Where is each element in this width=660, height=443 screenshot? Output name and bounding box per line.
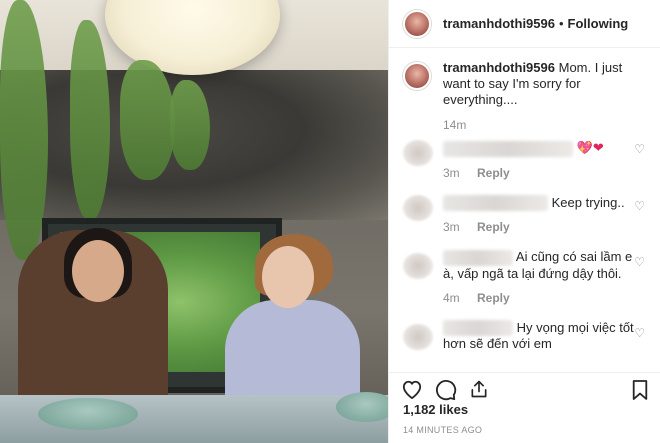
comment-body: 💖❤ 3m Reply	[443, 140, 643, 181]
author-avatar[interactable]	[403, 9, 431, 38]
heart-icon[interactable]	[401, 379, 423, 404]
blurred-avatar	[403, 194, 433, 221]
comment-item: 💖❤ 3m Reply ♡	[389, 140, 660, 181]
comment-meta: 4m Reply	[443, 290, 643, 306]
red-heart-emoji: ❤	[592, 140, 604, 155]
comment-body: Keep trying.. 3m Reply	[443, 195, 643, 236]
separator-dot: •	[558, 16, 564, 31]
comment-body: Hy vọng mọi việc tốt hơn sẽ đến với em	[443, 320, 643, 353]
photo-face-left	[72, 240, 124, 302]
comments-list: tramanhdothi9596 Mom. I just want to say…	[389, 60, 660, 352]
comment-meta: 3m Reply	[443, 219, 643, 235]
blurred-username	[443, 320, 513, 337]
post-panel: tramanhdothi9596 • Following tramanhdoth…	[388, 0, 660, 443]
post-photo[interactable]	[0, 0, 388, 443]
author-username[interactable]: tramanhdothi9596	[443, 16, 555, 31]
caption-text: tramanhdothi9596 Mom. I just want to say…	[443, 60, 649, 108]
like-comment-heart-icon[interactable]: ♡	[634, 255, 645, 269]
like-comment-heart-icon[interactable]: ♡	[634, 199, 645, 213]
likes-count[interactable]: 1,182 likes	[403, 402, 468, 417]
comment-text: Keep trying..	[551, 194, 625, 210]
blurred-avatar	[403, 140, 433, 166]
comment-item: Keep trying.. 3m Reply ♡	[389, 194, 660, 236]
caption-time: 14m	[443, 118, 467, 132]
post-header: tramanhdothi9596 • Following	[389, 0, 660, 48]
reply-button[interactable]: Reply	[477, 166, 510, 180]
photo-bowl	[336, 392, 388, 422]
comment-item: Hy vọng mọi việc tốt hơn sẽ đến với em ♡	[389, 320, 660, 353]
reply-button[interactable]: Reply	[477, 291, 510, 305]
comment-meta: 3m Reply	[443, 165, 643, 181]
action-bar	[389, 372, 660, 401]
caption-username[interactable]: tramanhdothi9596	[443, 60, 555, 75]
photo-bowl	[38, 398, 138, 430]
share-icon[interactable]	[469, 379, 489, 404]
blurred-username	[443, 249, 513, 266]
reply-button[interactable]: Reply	[477, 220, 510, 234]
bookmark-icon[interactable]	[631, 379, 649, 406]
photo-face-right	[262, 246, 314, 308]
caption-avatar[interactable]	[403, 62, 431, 90]
comment-time: 3m	[443, 165, 460, 180]
blurred-avatar	[403, 253, 433, 280]
following-button[interactable]: Following	[568, 16, 629, 31]
blurred-username	[443, 140, 573, 157]
comment-time: 4m	[443, 290, 460, 305]
comment-body: Ai cũng có sai lầm e à, vấp ngã ta lại đ…	[443, 249, 643, 306]
sparkling-heart-emoji: 💖	[576, 140, 593, 155]
comment-item: Ai cũng có sai lầm e à, vấp ngã ta lại đ…	[389, 249, 660, 306]
like-comment-heart-icon[interactable]: ♡	[634, 326, 645, 340]
blurred-username	[443, 195, 548, 212]
blurred-avatar	[403, 323, 433, 350]
post-timestamp: 14 MINUTES AGO	[403, 425, 483, 435]
like-comment-heart-icon[interactable]: ♡	[634, 142, 645, 156]
caption: tramanhdothi9596 Mom. I just want to say…	[389, 60, 660, 108]
comment-time: 3m	[443, 220, 460, 235]
